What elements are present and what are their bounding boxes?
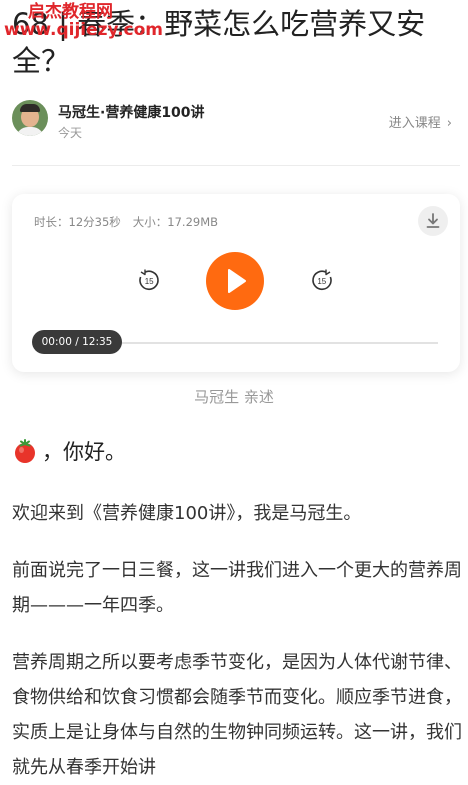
play-button[interactable] [206, 252, 264, 310]
divider [12, 165, 460, 166]
author-row[interactable]: 马冠生·营养健康100讲 今天 进入课程 › [12, 100, 456, 142]
watermark-line2: www.qijiezy.com [4, 19, 164, 40]
narrator-label: 马冠生 亲述 [194, 388, 274, 406]
chevron-right-icon: › [446, 116, 452, 131]
enter-course-label: 进入课程 [388, 116, 441, 131]
author-name: 马冠生·营养健康100讲 [58, 105, 205, 121]
download-icon [426, 213, 440, 228]
play-icon [228, 269, 246, 293]
forward-seconds: 15 [317, 277, 326, 286]
progress-time-handle[interactable]: 00:00 / 12:35 [32, 330, 122, 354]
watermark: 启杰教程网 www.qijiezy.com [4, 3, 164, 40]
audio-meta: 时长：12分35秒 大小：17.29MB [34, 214, 230, 230]
rewind-15-icon: 15 [139, 269, 159, 291]
paragraph: 欢迎来到《营养健康100讲》，我是马冠生。 [12, 503, 362, 524]
forward-15-button[interactable]: 15 [310, 268, 334, 292]
greeting: ，你好。 [12, 436, 126, 469]
rewind-seconds: 15 [145, 277, 154, 286]
enter-course-link[interactable]: 进入课程 › [389, 112, 452, 131]
greeting-text: ，你好。 [42, 440, 126, 464]
audio-size: 大小：17.29MB [132, 215, 219, 229]
paragraph: 营养周期之所以要考虑季节变化，是因为人体代谢节律、食物供给和饮食习惯都会随季节而… [12, 652, 462, 778]
download-button[interactable] [418, 206, 448, 236]
tomato-icon [12, 438, 38, 469]
rewind-15-button[interactable]: 15 [137, 268, 161, 292]
playback-controls: 15 15 [12, 252, 460, 312]
audio-duration: 时长：12分35秒 [34, 215, 121, 229]
publish-date: 今天 [58, 126, 83, 140]
avatar[interactable] [12, 100, 48, 136]
paragraph: 前面说完了一日三餐，这一讲我们进入一个更大的营养周期———一年四季。 [12, 560, 462, 616]
forward-15-icon: 15 [312, 269, 332, 291]
audio-player: 时长：12分35秒 大小：17.29MB 15 15 00:00 / 12:35 [12, 194, 460, 372]
